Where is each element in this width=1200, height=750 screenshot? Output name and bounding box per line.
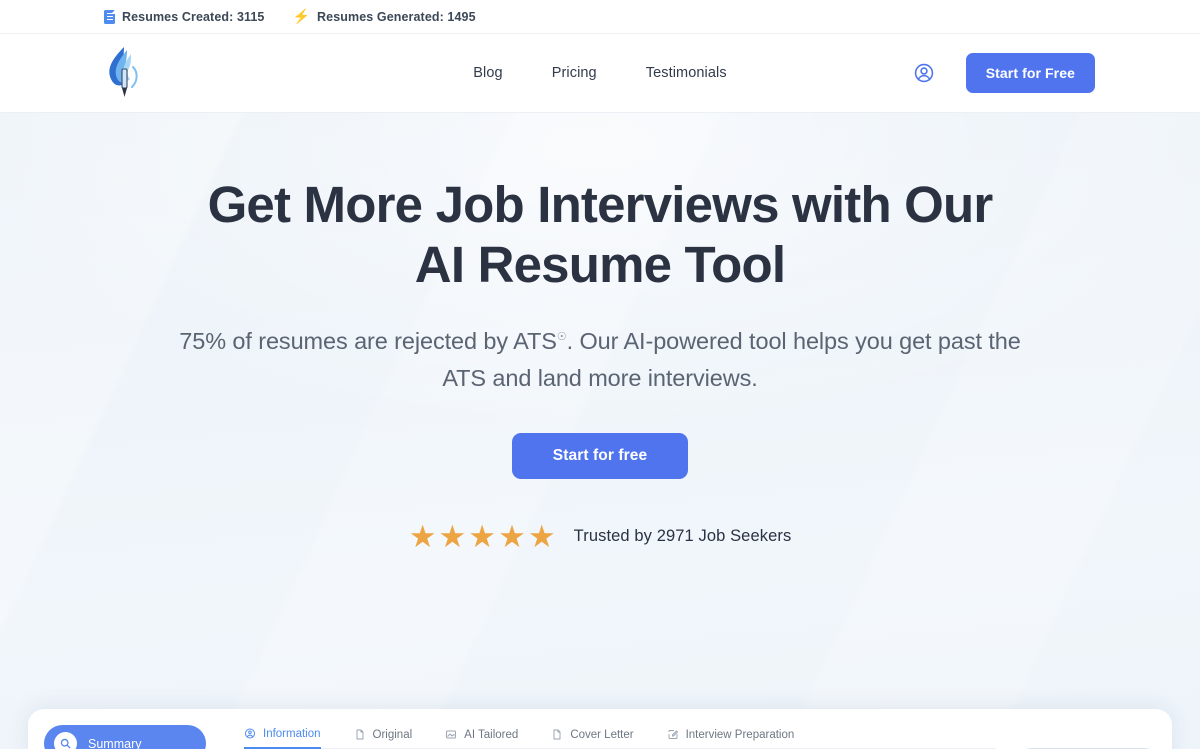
tab-ai-tailored[interactable]: AI Tailored bbox=[445, 727, 518, 749]
page-title: Get More Job Interviews with Our AI Resu… bbox=[207, 176, 994, 293]
lightning-bolt-icon: ⚡ bbox=[292, 7, 311, 24]
tab-cover-letter[interactable]: Cover Letter bbox=[551, 727, 634, 749]
user-badge-icon bbox=[245, 728, 255, 739]
resumes-generated-label: Resumes Generated: 1495 bbox=[317, 9, 476, 24]
app-right-panel: Tailor from PDF Tailor from Linkedin Wat… bbox=[1022, 709, 1172, 749]
star-icon: ★ bbox=[438, 518, 467, 554]
hero-section: Get More Job Interviews with Our AI Resu… bbox=[0, 113, 1200, 749]
app-preview-card: Summary Experience bbox=[28, 709, 1172, 749]
stat-resumes-created: Resumes Created: 3115 bbox=[104, 9, 265, 24]
tab-original-label: Original bbox=[372, 728, 413, 741]
start-for-free-header-button[interactable]: Start for Free bbox=[965, 53, 1095, 93]
app-sidebar: Summary Experience bbox=[28, 709, 220, 749]
file-icon bbox=[356, 729, 364, 740]
resumes-created-label: Resumes Created: 3115 bbox=[122, 9, 265, 24]
image-file-icon bbox=[446, 730, 457, 739]
star-icon: ★ bbox=[527, 518, 556, 554]
social-proof: ★ ★ ★ ★ ★ Trusted by 2971 Job Seekers bbox=[0, 521, 1200, 552]
file-icon bbox=[553, 729, 561, 740]
tailor-options-panel: Tailor from PDF Tailor from Linkedin Wat… bbox=[1022, 748, 1154, 749]
search-icon bbox=[54, 732, 77, 749]
start-for-free-hero-button[interactable]: Start for free bbox=[512, 432, 688, 479]
primary-nav: Blog Pricing Testimonials bbox=[473, 65, 726, 81]
user-circle-icon[interactable] bbox=[913, 62, 935, 84]
sidebar-item-summary[interactable]: Summary bbox=[44, 725, 206, 749]
trust-label: Trusted by 2971 Job Seekers bbox=[573, 526, 792, 545]
hero-subtitle: 75% of resumes are rejected by ATS☉. Our… bbox=[170, 319, 1030, 397]
edit-square-icon bbox=[668, 730, 678, 739]
tab-interview-preparation[interactable]: Interview Preparation bbox=[667, 727, 795, 749]
tab-information[interactable]: Information bbox=[244, 727, 321, 749]
stat-resumes-generated: ⚡ Resumes Generated: 1495 bbox=[292, 7, 476, 24]
rating-stars: ★ ★ ★ ★ ★ bbox=[409, 521, 556, 552]
nav-item-testimonials[interactable]: Testimonials bbox=[646, 65, 727, 81]
tab-ai-tailored-label: AI Tailored bbox=[464, 728, 519, 741]
nav-item-pricing[interactable]: Pricing bbox=[552, 65, 597, 81]
star-icon: ★ bbox=[468, 518, 497, 554]
hero-subtitle-part-1: 75% of resumes are rejected by ATS bbox=[179, 327, 557, 354]
app-tabbar: Information Original AI Tailored Cover L… bbox=[244, 727, 996, 749]
tab-original[interactable]: Original bbox=[354, 727, 413, 749]
announcement-bar: Resumes Created: 3115 ⚡ Resumes Generate… bbox=[0, 0, 1200, 34]
app-main-panel: Information Original AI Tailored Cover L… bbox=[220, 709, 1022, 749]
question-circle-icon[interactable]: ☉ bbox=[557, 319, 567, 356]
star-icon: ★ bbox=[408, 518, 437, 554]
tab-cover-letter-label: Cover Letter bbox=[570, 728, 634, 741]
flame-pen-logo[interactable] bbox=[100, 45, 144, 101]
hero-cta-wrapper: Start for free bbox=[0, 432, 1200, 479]
tab-information-label: Information bbox=[263, 727, 321, 740]
header-actions: Start for Free bbox=[913, 53, 1095, 93]
document-icon bbox=[104, 9, 115, 24]
nav-item-blog[interactable]: Blog bbox=[473, 65, 502, 81]
sidebar-item-summary-label: Summary bbox=[88, 736, 142, 750]
tab-interview-preparation-label: Interview Preparation bbox=[685, 728, 795, 741]
star-icon: ★ bbox=[498, 518, 526, 554]
site-header: Blog Pricing Testimonials Start for Free bbox=[0, 34, 1200, 113]
